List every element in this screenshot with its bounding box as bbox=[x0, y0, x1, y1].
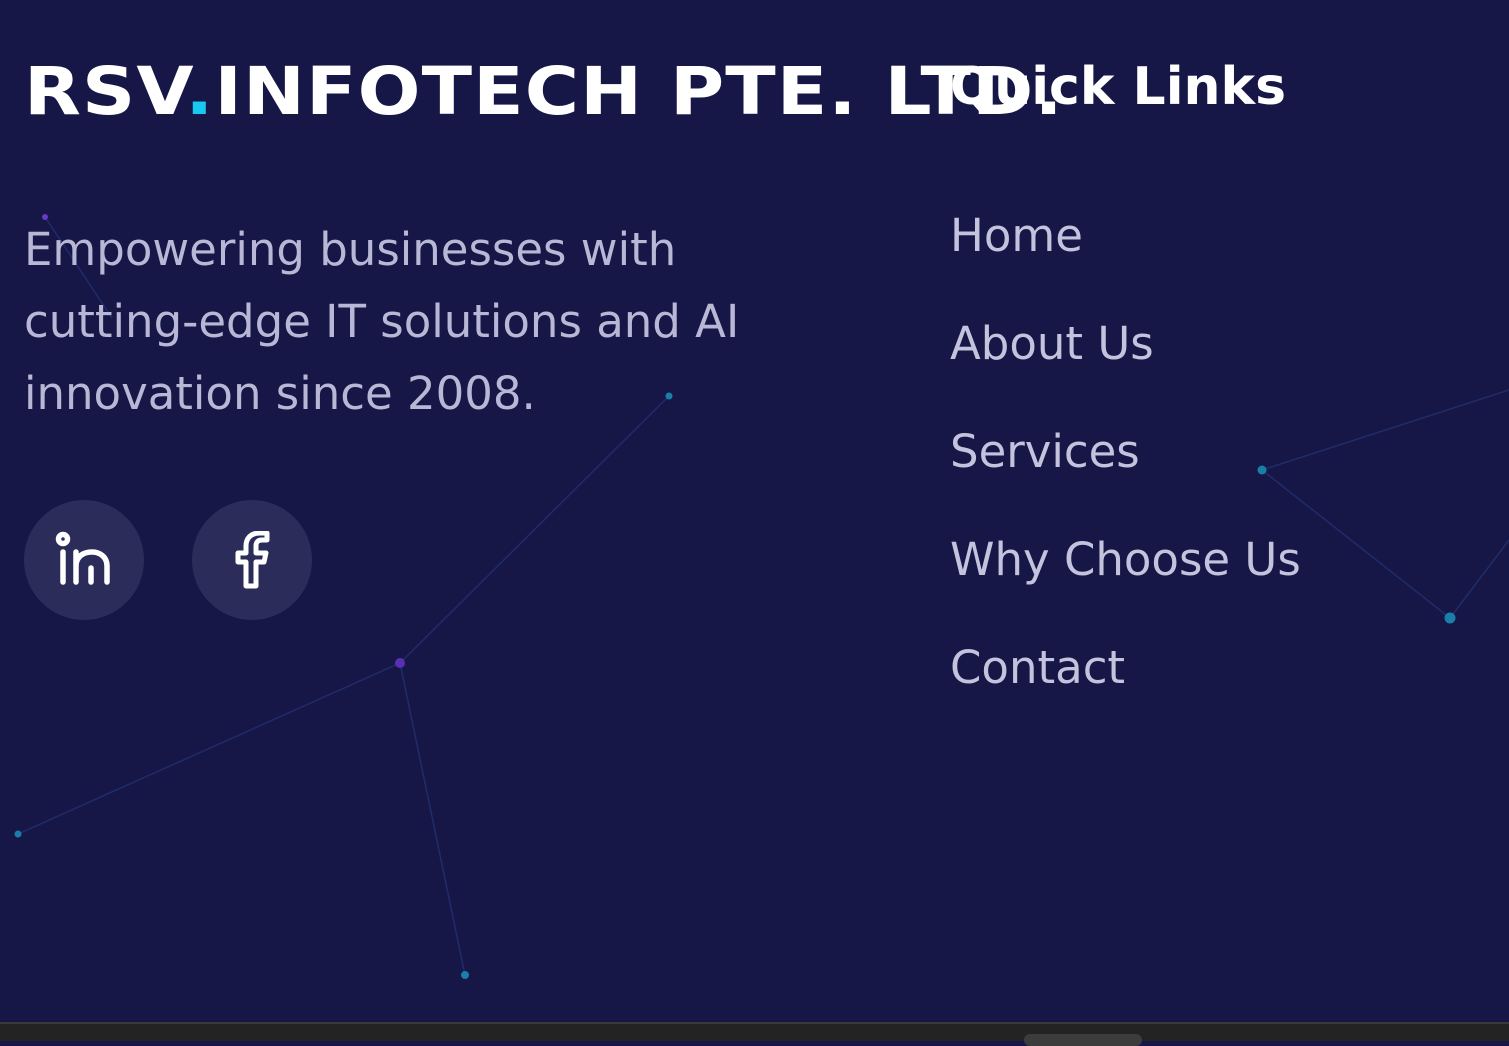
quick-link-home[interactable]: Home bbox=[950, 200, 1301, 308]
quick-link-contact[interactable]: Contact bbox=[950, 632, 1301, 740]
quick-link-about-us[interactable]: About Us bbox=[950, 308, 1301, 416]
linkedin-icon bbox=[54, 530, 114, 590]
quick-links-list: Home About Us Services Why Choose Us Con… bbox=[950, 200, 1301, 740]
quick-link-services[interactable]: Services bbox=[950, 416, 1301, 524]
linkedin-button[interactable] bbox=[24, 500, 144, 620]
brand-name-part2: INFOTECH PTE. LTD. bbox=[214, 53, 1064, 130]
brand-name-part1: RSV bbox=[24, 53, 186, 130]
brand-logo[interactable]: RSV.INFOTECH PTE. LTD. bbox=[24, 52, 1064, 132]
company-tagline: Empowering businesses with cutting-edge … bbox=[24, 223, 740, 420]
quick-link-why-choose-us[interactable]: Why Choose Us bbox=[950, 524, 1301, 632]
brand-dot: . bbox=[185, 53, 215, 130]
scrollbar-handle[interactable] bbox=[1024, 1034, 1142, 1046]
facebook-button[interactable] bbox=[192, 500, 312, 620]
bottom-scrollbar[interactable] bbox=[0, 1022, 1509, 1046]
facebook-icon bbox=[232, 531, 272, 589]
